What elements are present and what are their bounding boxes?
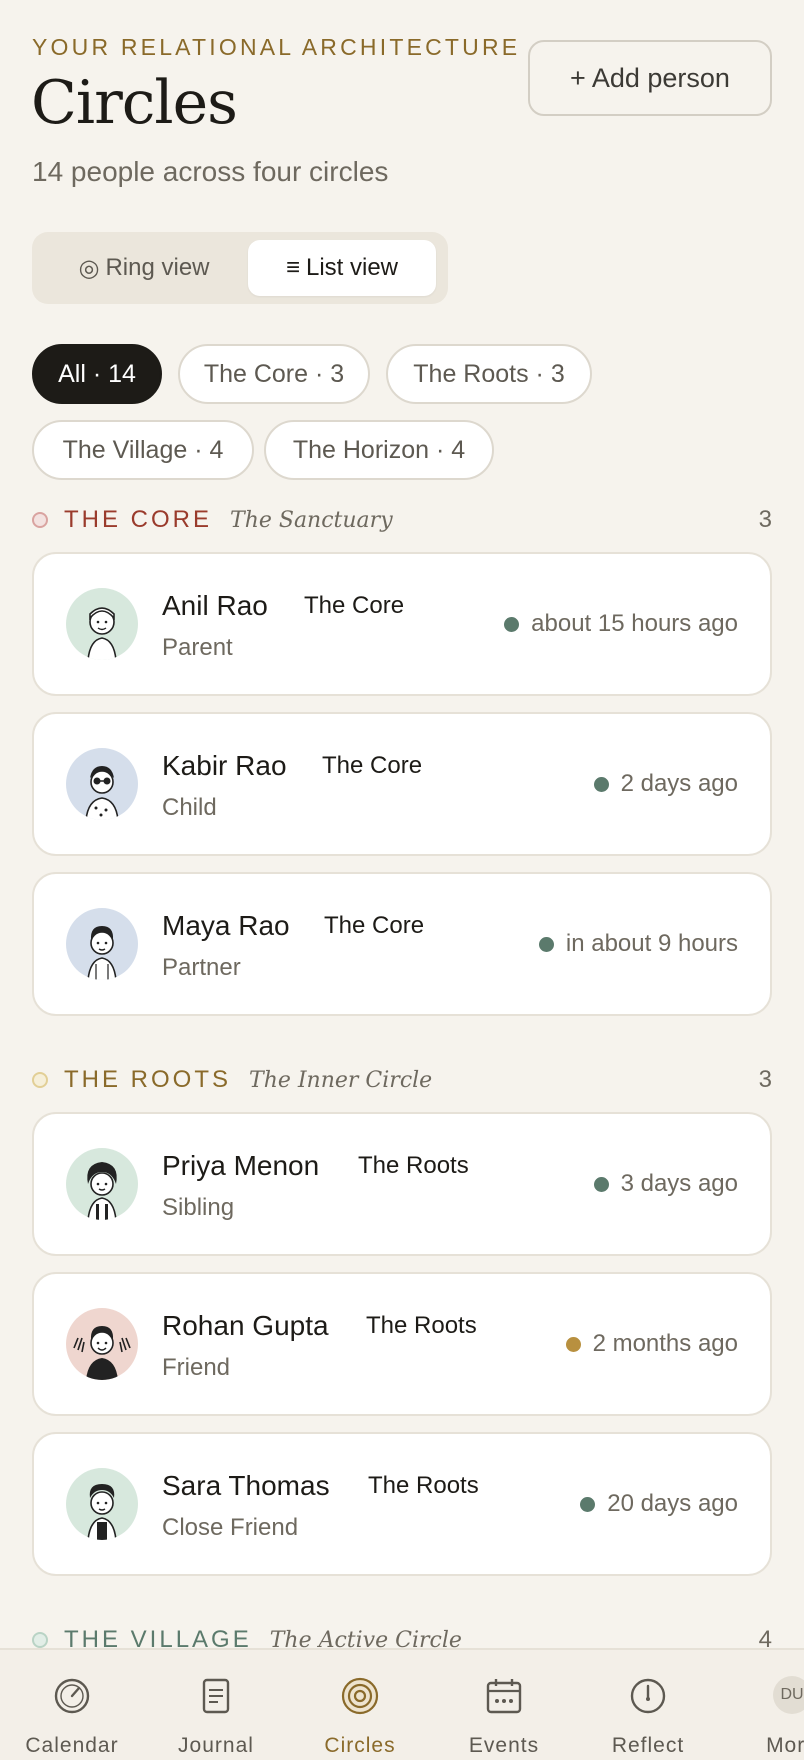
calendar-clock-icon xyxy=(54,1678,90,1714)
person-circle-tag: The Roots xyxy=(358,1152,469,1179)
person-relation: Close Friend xyxy=(162,1514,299,1541)
tab-more[interactable]: DU More xyxy=(720,1650,804,1760)
tab-label: Journal xyxy=(178,1734,254,1757)
list-view-icon: ≡ xyxy=(285,254,300,281)
last-contact-text: about 15 hours ago xyxy=(531,610,738,637)
last-contact: 2 months ago xyxy=(565,1330,738,1358)
person-card-maya-rao[interactable]: Maya Rao The Core Partner in about 9 hou… xyxy=(32,872,772,1016)
person-card-rohan-gupta[interactable]: Rohan Gupta The Roots Friend 2 months ag… xyxy=(32,1272,772,1416)
section-title: THE CORE xyxy=(64,506,213,533)
person-relation: Partner xyxy=(162,954,241,981)
ring-view-icon: ◎ xyxy=(78,254,100,282)
last-contact: about 15 hours ago xyxy=(504,610,738,638)
tab-label: Circles xyxy=(324,1734,396,1757)
reflect-icon xyxy=(630,1678,666,1714)
filter-chip-core[interactable]: The Core · 3 xyxy=(178,344,370,404)
ring-view-button[interactable]: ◎ Ring view xyxy=(40,240,248,296)
section-count: 3 xyxy=(758,1066,772,1093)
person-circle-tag: The Core xyxy=(304,592,405,619)
bottom-tab-bar: Calendar Journal Circles Events Reflect … xyxy=(0,1648,804,1760)
tab-label: Events xyxy=(468,1734,540,1757)
tab-label: Reflect xyxy=(611,1734,685,1757)
last-contact-text: 2 months ago xyxy=(592,1330,738,1357)
section-dot xyxy=(32,512,48,528)
filter-chip-village[interactable]: The Village · 4 xyxy=(32,420,254,480)
section-count: 3 xyxy=(758,506,772,533)
person-card-kabir-rao[interactable]: Kabir Rao The Core Child 2 days ago xyxy=(32,712,772,856)
person-name: Anil Rao xyxy=(162,590,268,621)
person-card-priya-menon[interactable]: Priya Menon The Roots Sibling 3 days ago xyxy=(32,1112,772,1256)
person-name: Maya Rao xyxy=(162,910,290,941)
profile-avatar: DU xyxy=(773,1676,804,1714)
list-view-button[interactable]: ≡ List view xyxy=(248,240,436,296)
status-dot xyxy=(593,776,609,792)
page-eyebrow: YOUR RELATIONAL ARCHITECTURE xyxy=(32,34,521,60)
status-dot xyxy=(504,616,520,632)
person-relation: Friend xyxy=(162,1354,231,1381)
tab-circles[interactable]: Circles xyxy=(288,1650,432,1760)
avatar xyxy=(66,1468,138,1540)
filter-chip-roots[interactable]: The Roots · 3 xyxy=(386,344,592,404)
view-toggle: ◎ Ring view ≡ List view xyxy=(32,232,448,304)
ring-view-label: Ring view xyxy=(105,254,210,281)
filter-chip-horizon[interactable]: The Horizon · 4 xyxy=(264,420,494,480)
status-dot xyxy=(580,1496,596,1512)
journal-icon xyxy=(202,1678,230,1714)
last-contact: in about 9 hours xyxy=(538,930,738,958)
person-name: Priya Menon xyxy=(162,1150,320,1181)
avatar xyxy=(66,588,138,660)
circles-page: YOUR RELATIONAL ARCHITECTURE Circles 14 … xyxy=(0,0,804,1760)
person-card-sara-thomas[interactable]: Sara Thomas The Roots Close Friend 20 da… xyxy=(32,1432,772,1576)
section-header-roots: THE ROOTS The Inner Circle 3 xyxy=(32,1062,772,1098)
tab-label: More xyxy=(766,1734,804,1757)
page-subtitle: 14 people across four circles xyxy=(32,156,389,187)
person-circle-tag: The Core xyxy=(324,912,425,939)
status-dot xyxy=(593,1176,609,1192)
avatar xyxy=(66,1148,138,1220)
tab-journal[interactable]: Journal xyxy=(144,1650,288,1760)
last-contact: 2 days ago xyxy=(593,770,738,798)
person-circle-tag: The Core xyxy=(322,752,423,779)
status-dot xyxy=(538,936,554,952)
person-circle-tag: The Roots xyxy=(366,1312,477,1339)
person-name: Sara Thomas xyxy=(162,1470,330,1501)
filter-chip-all[interactable]: All · 14 xyxy=(32,344,162,404)
avatar xyxy=(66,1308,138,1380)
tab-events[interactable]: Events xyxy=(432,1650,576,1760)
person-card-anil-rao[interactable]: Anil Rao The Core Parent about 15 hours … xyxy=(32,552,772,696)
person-relation: Parent xyxy=(162,634,233,661)
person-circle-tag: The Roots xyxy=(368,1472,479,1499)
status-dot xyxy=(565,1336,581,1352)
section-subtitle: The Inner Circle xyxy=(249,1067,433,1093)
tab-calendar[interactable]: Calendar xyxy=(0,1650,144,1760)
tab-label: Calendar xyxy=(25,1734,119,1757)
list-view-label: List view xyxy=(305,254,399,281)
person-name: Kabir Rao xyxy=(162,750,287,781)
last-contact-text: 3 days ago xyxy=(620,1170,738,1197)
last-contact-text: 20 days ago xyxy=(607,1490,738,1517)
events-icon xyxy=(486,1679,522,1714)
avatar xyxy=(66,908,138,980)
circles-icon xyxy=(341,1677,379,1715)
last-contact: 3 days ago xyxy=(593,1170,738,1198)
tab-reflect[interactable]: Reflect xyxy=(576,1650,720,1760)
person-relation: Sibling xyxy=(162,1194,235,1221)
person-relation: Child xyxy=(162,794,217,821)
section-subtitle: The Sanctuary xyxy=(230,507,393,533)
page-title: Circles xyxy=(31,68,238,138)
section-title: THE ROOTS xyxy=(64,1066,232,1093)
last-contact-text: in about 9 hours xyxy=(565,930,738,957)
section-dot xyxy=(32,1632,48,1648)
avatar xyxy=(66,748,138,820)
person-name: Rohan Gupta xyxy=(162,1310,329,1341)
section-dot xyxy=(32,1072,48,1088)
add-person-button[interactable]: + Add person xyxy=(528,40,772,116)
last-contact-text: 2 days ago xyxy=(620,770,738,797)
last-contact: 20 days ago xyxy=(580,1490,738,1518)
section-header-core: THE CORE The Sanctuary 3 xyxy=(32,502,772,538)
